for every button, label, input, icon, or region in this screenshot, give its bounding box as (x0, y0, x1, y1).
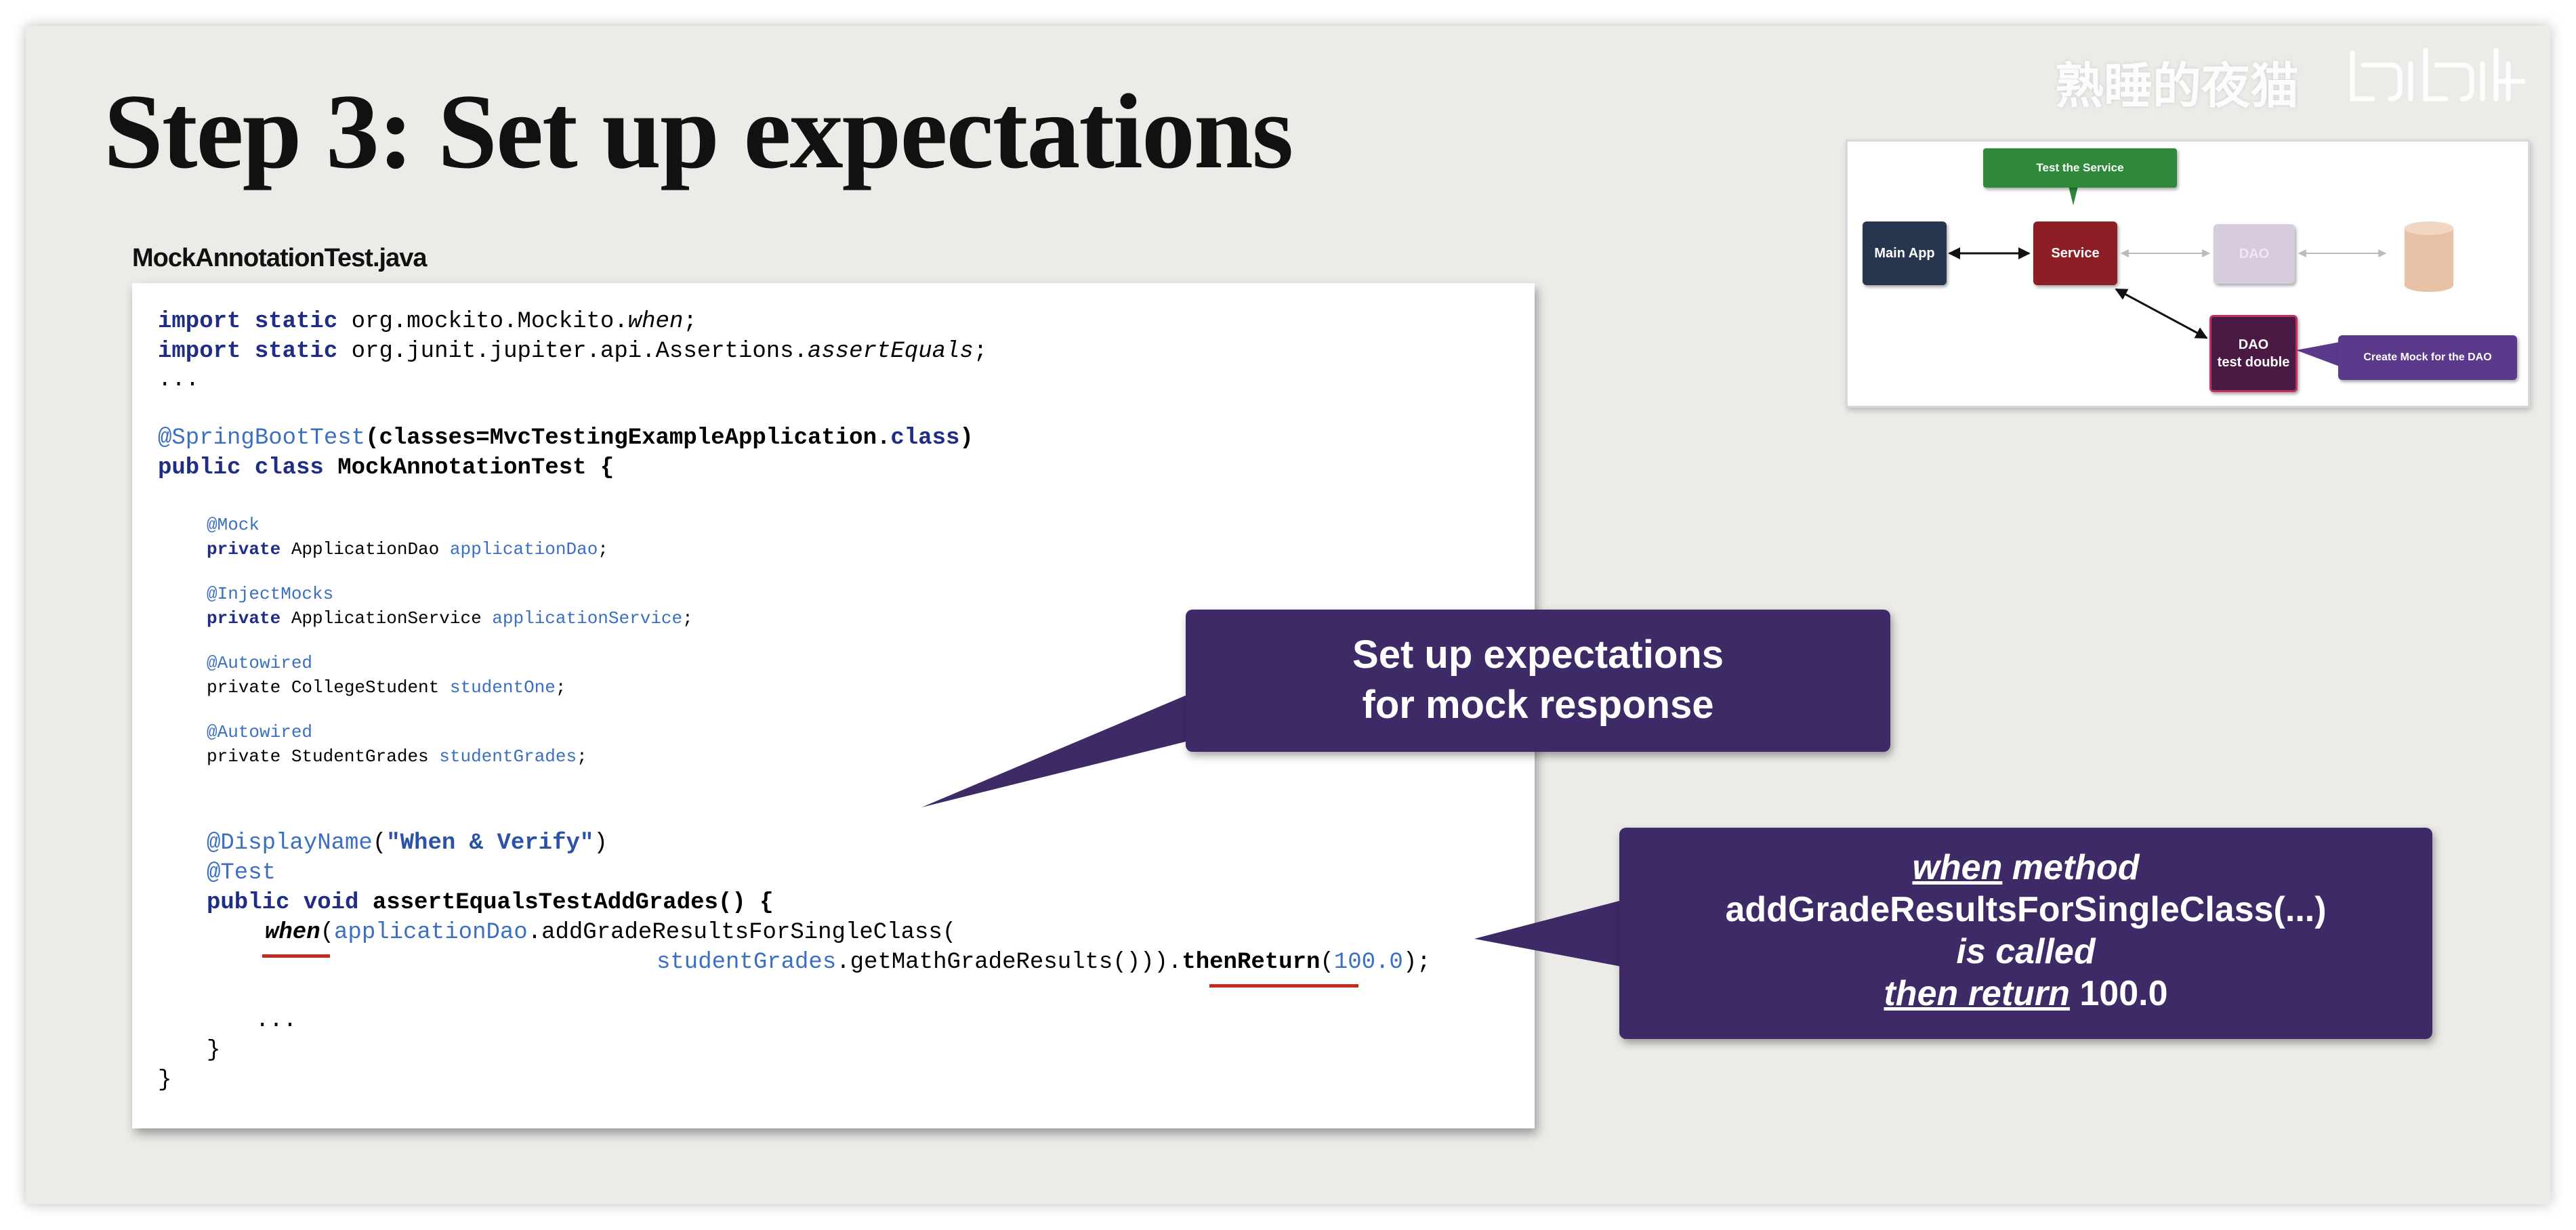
code-line: @DisplayName("When & Verify") (207, 830, 608, 856)
dao-test-double-line: test double (2217, 355, 2290, 370)
service-node: Service (2033, 221, 2117, 285)
slide: Step 3: Set up expectations 熟睡的夜猫 MockAn… (26, 26, 2550, 1204)
code-line: private StudentGrades studentGrades; (207, 746, 587, 767)
callout-line: is called (1956, 932, 2096, 971)
dao-test-double-node: DAO test double (2209, 315, 2298, 392)
code-line: @InjectMocks (207, 584, 334, 604)
code-line: @Autowired (207, 722, 313, 742)
callout-line: then return 100.0 (1884, 974, 2168, 1013)
test-the-service-label: Test the Service (1983, 148, 2177, 188)
code-line: when(applicationDao.addGradeResultsForSi… (265, 920, 957, 946)
callout-line: when method (1912, 848, 2140, 887)
code-line: @Mock (207, 515, 260, 535)
code-line: @SpringBootTest(classes=MvcTestingExampl… (158, 425, 974, 451)
file-name: MockAnnotationTest.java (132, 244, 427, 272)
watermark-text: 熟睡的夜猫 (2055, 60, 2300, 114)
when-underline (262, 954, 330, 958)
dao-test-double-line: DAO (2238, 337, 2269, 352)
code-line: private ApplicationDao applicationDao; (207, 539, 608, 559)
code-line: @Test (207, 860, 276, 886)
code-line: public void assertEqualsTestAddGrades() … (207, 890, 774, 916)
callout-setup-expectations: Set up expectations for mock response (1186, 610, 1890, 752)
callout-line: Set up expectations (1352, 633, 1724, 677)
bilibili-logo-icon (2350, 47, 2526, 102)
code-line: ... (255, 1008, 297, 1034)
architecture-diagram: Test the Service Main App Service DAO DA… (1846, 140, 2530, 408)
code-line: private ApplicationService applicationSe… (207, 608, 693, 629)
code-line: } (158, 1067, 172, 1093)
then-return-underline (1209, 984, 1358, 988)
code-line: import static org.mockito.Mockito.when; (158, 309, 697, 335)
code-line: } (207, 1038, 221, 1063)
code-line: @Autowired (207, 653, 313, 673)
main-app-node: Main App (1863, 221, 1947, 285)
slide-title: Step 3: Set up expectations (104, 72, 1293, 191)
create-mock-label: Create Mock for the DAO (2338, 335, 2517, 380)
code-line: studentGrades.getMathGradeResults())).th… (657, 950, 1431, 975)
code-line: import static org.junit.jupiter.api.Asse… (158, 339, 988, 364)
code-line: public class MockAnnotationTest { (158, 455, 615, 481)
code-line: ... (158, 367, 200, 393)
callout-when-then: when method addGradeResultsForSingleClas… (1619, 828, 2432, 1039)
dao-node: DAO (2214, 224, 2295, 284)
callout-line: for mock response (1362, 683, 1714, 727)
code-line: private CollegeStudent studentOne; (207, 677, 566, 698)
callout-line: addGradeResultsForSingleClass(...) (1725, 890, 2327, 929)
